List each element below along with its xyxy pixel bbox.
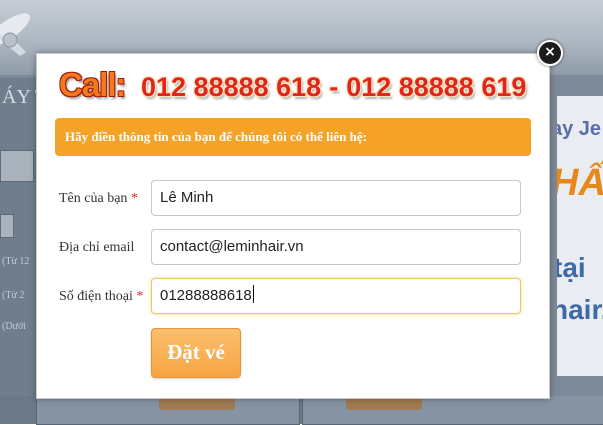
call-label: Call:: [59, 66, 127, 103]
name-input[interactable]: Lê Minh: [151, 180, 521, 216]
required-mark: *: [136, 289, 144, 304]
email-label: Địa chỉ email: [59, 240, 135, 255]
search-panel-select: [0, 214, 14, 238]
hotline-header: Call: 012 88888 618-012 88888 619: [59, 66, 539, 106]
phone-label: Số điện thoại *: [59, 289, 144, 304]
hotline-number-1: 012 88888 618: [141, 72, 322, 102]
airplane-icon: [0, 13, 30, 56]
promo-text: hair.v: [557, 294, 603, 325]
phone-row: Số điện thoại * 01288888618: [37, 278, 549, 316]
text-caret: [252, 285, 254, 303]
instruction-banner: Hãy điền thông tin của bạn để chúng tôi …: [55, 118, 531, 156]
search-panel-input: [0, 150, 34, 182]
close-icon[interactable]: ×: [537, 40, 563, 66]
hotline-number-2: 012 88888 619: [346, 72, 527, 102]
phone-input[interactable]: 01288888618: [151, 278, 521, 314]
search-panel: [0, 78, 38, 424]
required-mark: *: [130, 191, 138, 206]
passenger-option: (Từ 2: [2, 290, 25, 301]
promo-text: tại: [557, 252, 586, 283]
hotline-separator: -: [329, 72, 339, 102]
name-row: Tên của bạn * Lê Minh: [37, 180, 549, 218]
email-input[interactable]: contact@leminhair.vn: [151, 229, 521, 265]
hotline-numbers: 012 88888 618-012 88888 619: [141, 72, 526, 103]
promo-banner: ay Je HẤT tại hair.v: [557, 96, 603, 376]
email-row: Địa chỉ email contact@leminhair.vn: [37, 229, 549, 267]
passenger-option: (Dưới: [2, 321, 27, 332]
book-ticket-button[interactable]: Đặt vé: [151, 328, 241, 378]
promo-text: HẤT: [557, 162, 603, 205]
name-label: Tên của bạn *: [59, 191, 138, 206]
phone-input-value: 01288888618: [160, 287, 252, 304]
booking-dialog: Call: 012 88888 618-012 88888 619 Hãy đi…: [36, 53, 550, 399]
passenger-option: (Từ 12: [2, 256, 30, 267]
promo-text: ay Je: [557, 118, 602, 140]
